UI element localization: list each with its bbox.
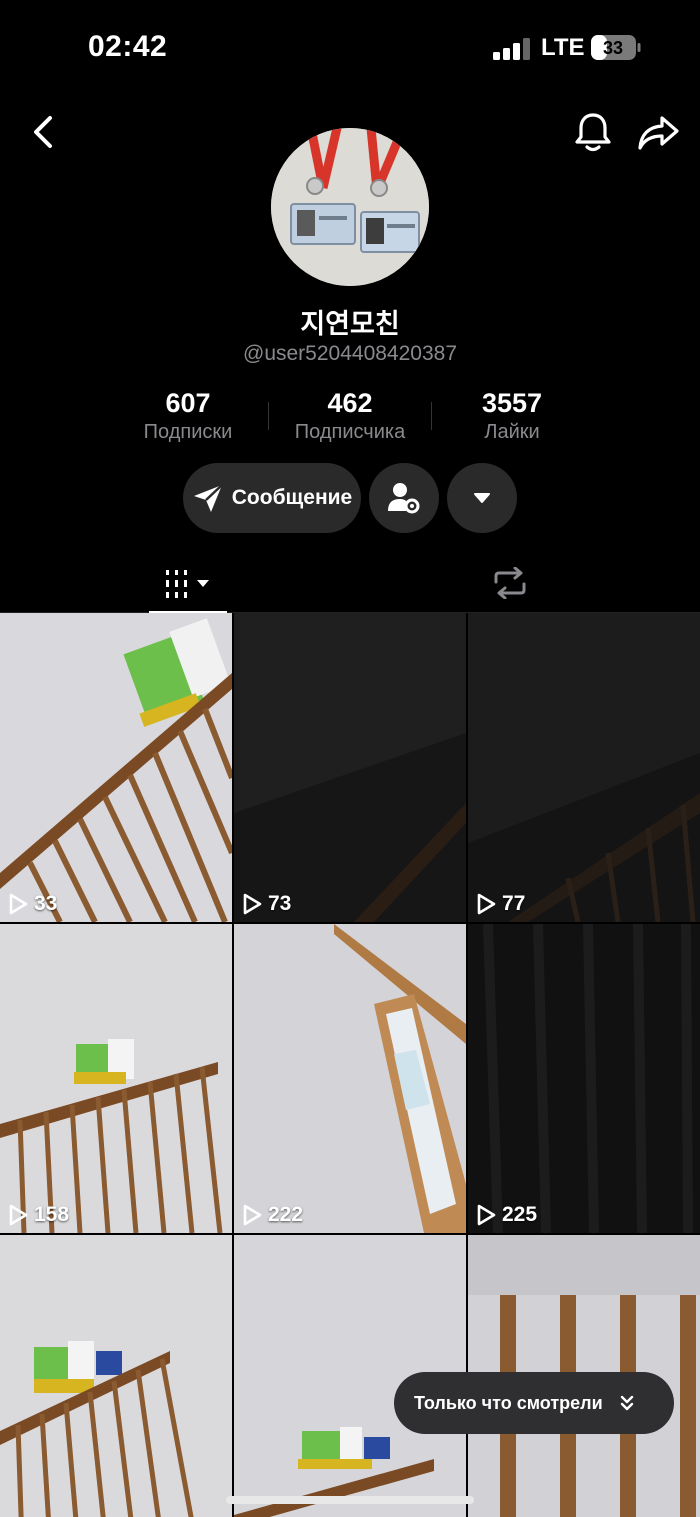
view-count-value: 33 (34, 892, 58, 915)
recently-watched-label: Только что смотрели (414, 1392, 603, 1413)
stat-divider (431, 402, 432, 430)
tab-reposts[interactable] (488, 563, 532, 603)
send-icon (193, 484, 223, 512)
thumbnail-image (0, 1235, 232, 1517)
bell-icon[interactable] (572, 110, 614, 154)
thumbnail-image (468, 613, 700, 922)
view-count: 33 (8, 892, 57, 916)
thumbnail-image (0, 924, 232, 1233)
view-count-value: 77 (502, 892, 526, 915)
stat-following-count: 607 (165, 388, 211, 418)
cellular-signal-icon (493, 38, 530, 60)
view-count: 158 (8, 1203, 69, 1227)
user-settings-icon (388, 483, 420, 514)
stat-followers-count: 462 (327, 388, 373, 418)
video-thumbnail[interactable]: 77 (468, 613, 700, 922)
stat-following-label: Подписки (143, 421, 233, 443)
view-count-value: 73 (268, 892, 292, 915)
thumbnail-image (468, 924, 700, 1233)
play-icon (477, 1204, 496, 1226)
tab-videos[interactable] (149, 555, 227, 614)
more-options-button[interactable] (447, 463, 517, 533)
back-icon[interactable] (26, 112, 62, 152)
view-count-value: 158 (34, 1203, 70, 1226)
share-icon[interactable] (636, 110, 680, 154)
grid-columns-icon (166, 570, 209, 598)
battery-level: 33 (603, 38, 623, 58)
thumbnail-image (234, 613, 466, 922)
stat-followers-label: Подписчика (294, 421, 406, 443)
play-icon (9, 1204, 28, 1226)
display-name: 지연모친 (300, 309, 400, 340)
stat-followers[interactable]: 462 Подписчика (276, 388, 424, 444)
view-count-value: 222 (268, 1203, 304, 1226)
recently-watched-button[interactable]: Только что смотрели (394, 1372, 674, 1434)
profile-photo-icon (271, 128, 429, 286)
stat-likes-count: 3557 (481, 388, 543, 418)
username: @user5204408420387 (243, 342, 457, 365)
video-thumbnail[interactable]: 158 (0, 924, 232, 1233)
thumbnail-image (0, 613, 232, 922)
caret-down-icon (474, 493, 490, 503)
battery-icon: 33 (591, 35, 641, 60)
message-button[interactable]: Сообщение (183, 463, 361, 533)
profile-actions: Сообщение (0, 463, 700, 535)
stat-divider (268, 402, 269, 430)
play-icon (243, 1204, 262, 1226)
play-icon (243, 893, 262, 915)
network-type: LTE (541, 34, 585, 61)
video-thumbnail[interactable]: 225 (468, 924, 700, 1233)
video-thumbnail[interactable] (0, 1235, 232, 1517)
stat-following[interactable]: 607 Подписки (120, 388, 256, 444)
content-tabs (0, 555, 700, 614)
play-icon (477, 893, 496, 915)
video-thumbnail[interactable]: 73 (234, 613, 466, 922)
stat-likes-label: Лайки (484, 421, 540, 443)
status-bar: 02:42 LTE 33 (0, 0, 700, 96)
double-chevron-down-icon (620, 1395, 633, 1411)
stat-likes[interactable]: 3557 Лайки (452, 388, 572, 444)
view-count: 77 (476, 892, 525, 916)
view-count: 225 (476, 1203, 537, 1227)
video-thumbnail[interactable]: 33 (0, 613, 232, 922)
repost-icon (494, 567, 526, 599)
home-indicator[interactable] (226, 1496, 474, 1504)
play-icon (9, 893, 28, 915)
follow-settings-button[interactable] (369, 463, 439, 533)
view-count: 73 (242, 892, 291, 916)
message-button-label: Сообщение (231, 486, 353, 509)
avatar[interactable] (271, 128, 429, 286)
status-time: 02:42 (88, 30, 168, 63)
view-count-value: 225 (502, 1203, 538, 1226)
video-thumbnail[interactable]: 222 (234, 924, 466, 1233)
profile-stats: 607 Подписки 462 Подписчика 3557 Лайки (0, 388, 700, 448)
thumbnail-image (234, 924, 466, 1233)
view-count: 222 (242, 1203, 303, 1227)
